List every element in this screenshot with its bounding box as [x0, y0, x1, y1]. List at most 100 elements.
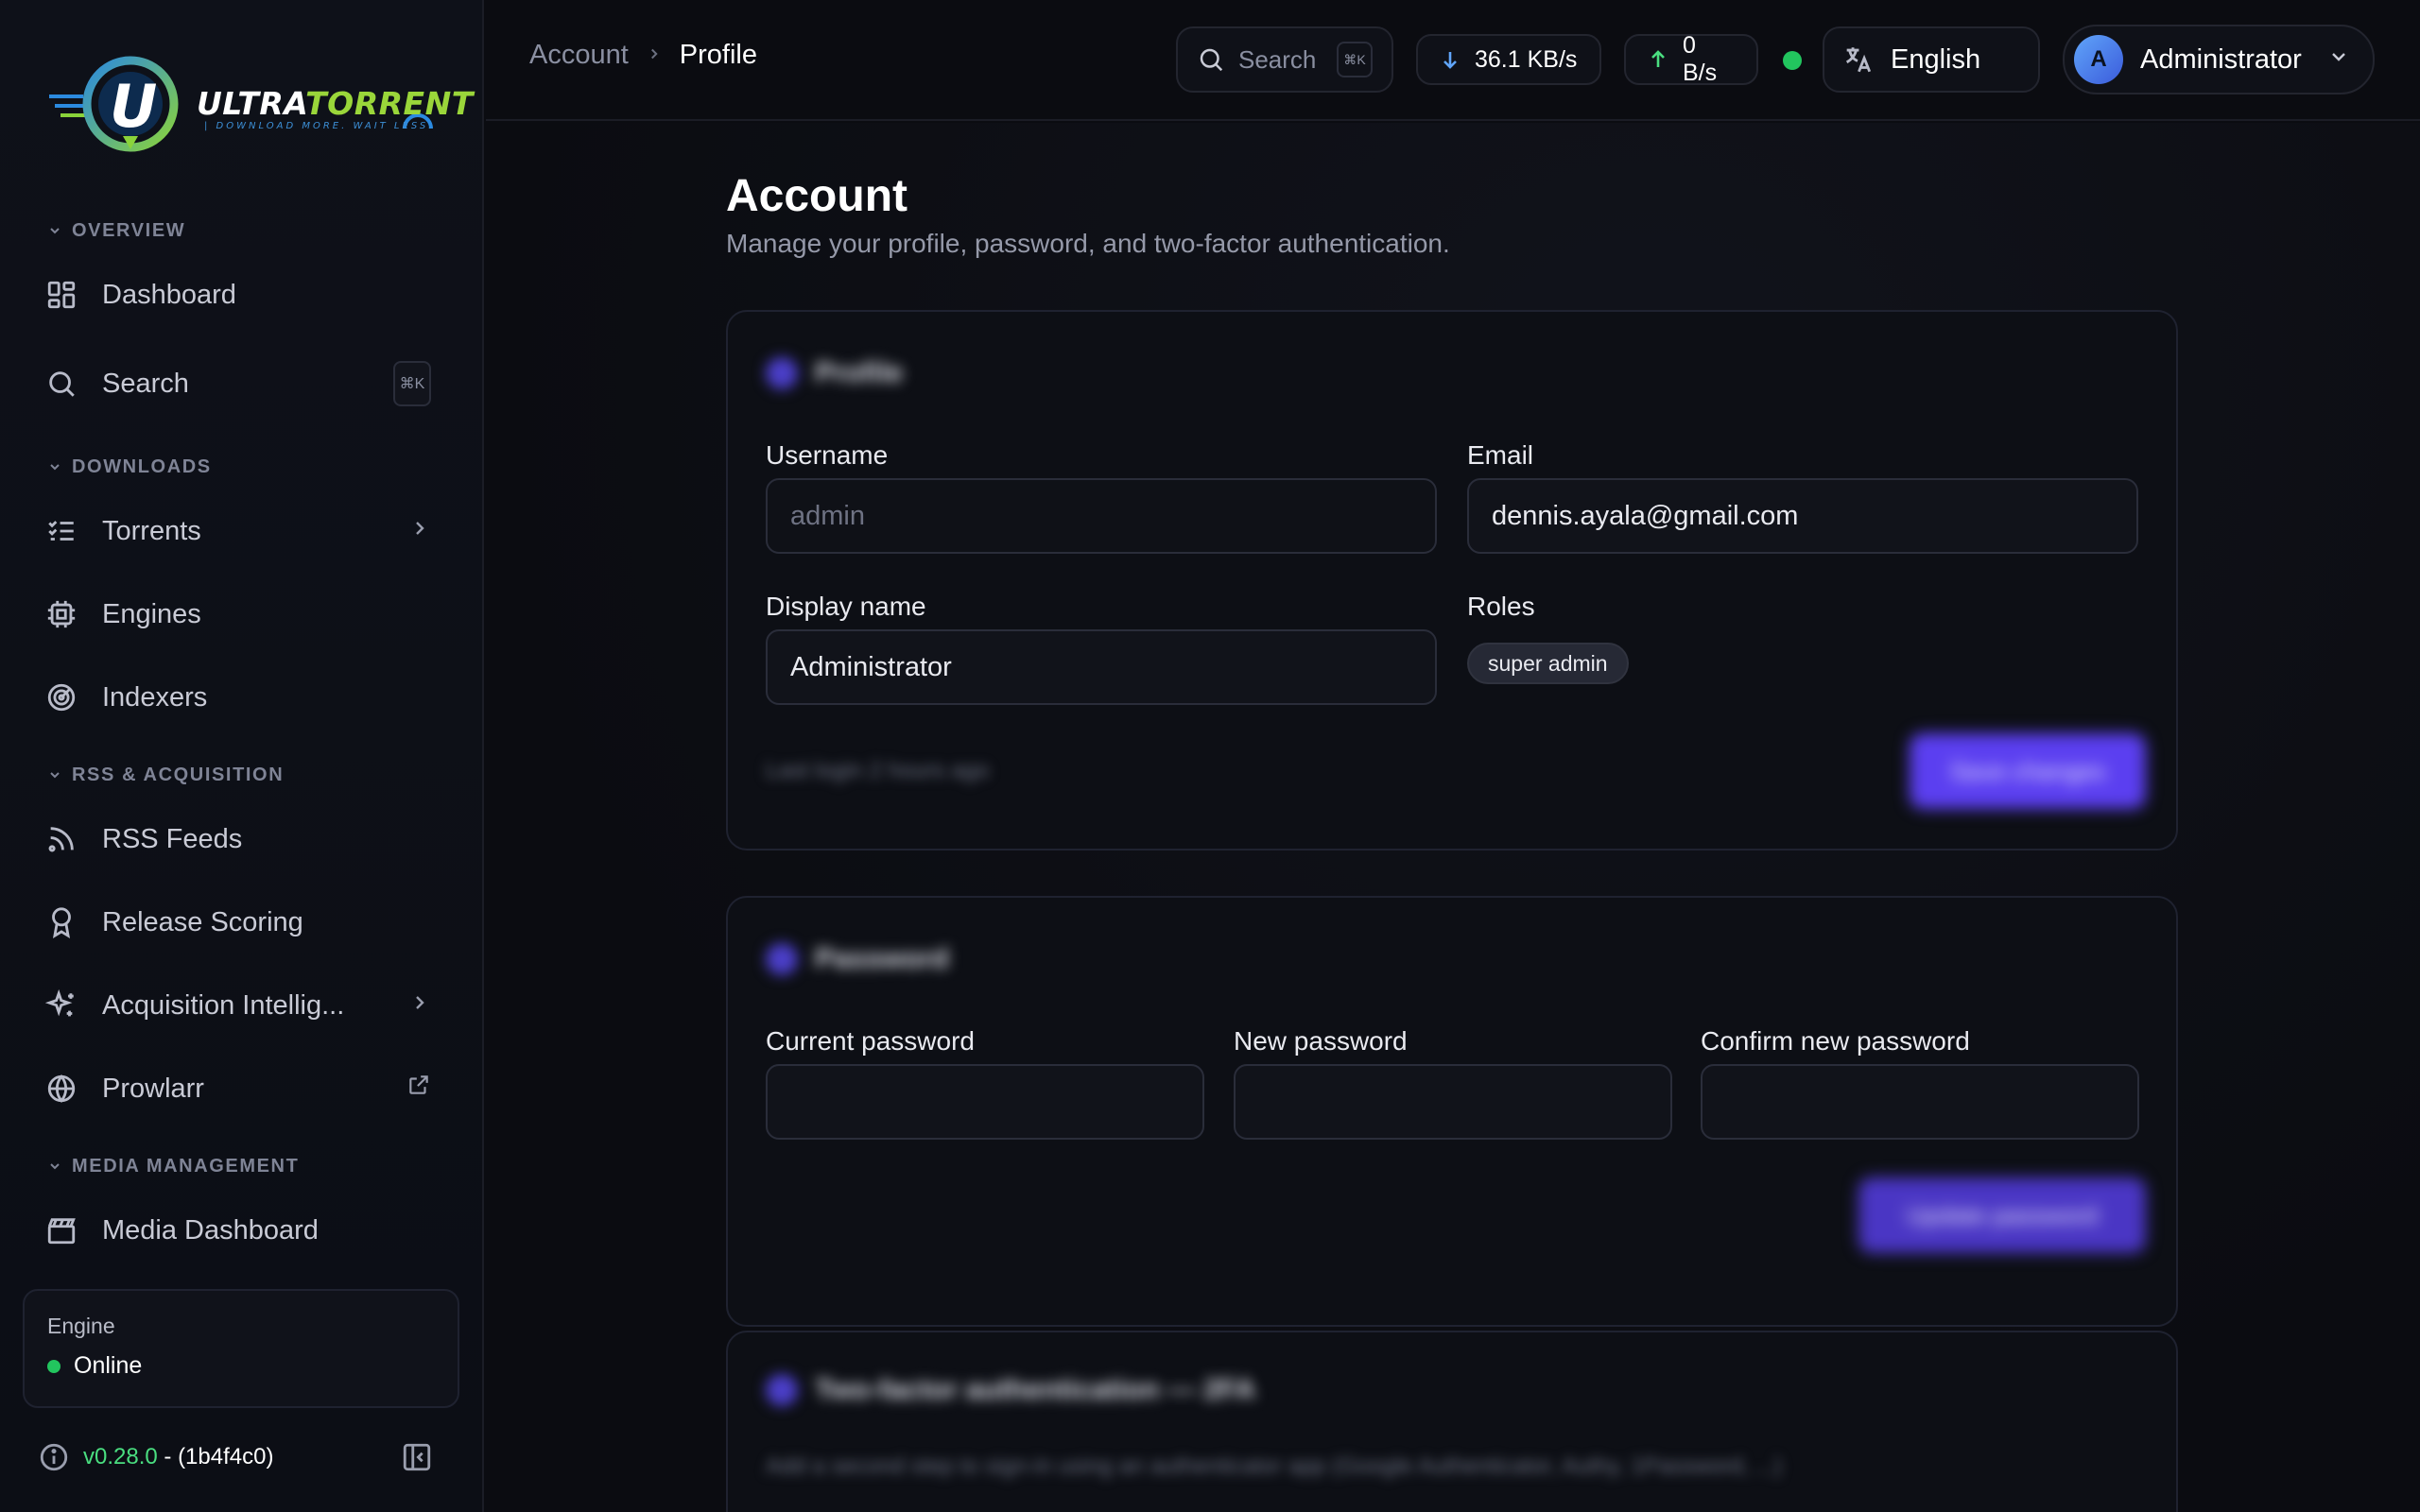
logo-wordmark: ULTRATORRENT: [197, 85, 474, 122]
section-rss-acquisition[interactable]: RSS & ACQUISITION: [47, 762, 284, 788]
chevron-down-icon: [47, 223, 62, 238]
sidebar-item-label: Engines: [102, 598, 201, 629]
avatar: A: [2074, 35, 2123, 84]
role-badge: super admin: [1467, 643, 1629, 684]
engine-status: Online: [47, 1352, 435, 1380]
section-overview[interactable]: OVERVIEW: [47, 217, 185, 244]
sidebar-item-label: Prowlarr: [102, 1073, 204, 1104]
sidebar-item-label: Search: [102, 368, 189, 399]
sidebar-item-release-scoring[interactable]: Release Scoring: [23, 888, 454, 956]
svg-text:U: U: [110, 72, 157, 141]
card-title: Password: [815, 943, 949, 974]
chevron-down-icon: [47, 1159, 62, 1174]
current-password-field[interactable]: [766, 1064, 1204, 1140]
section-label: RSS & ACQUISITION: [72, 764, 285, 785]
main-content: Account Manage your profile, password, a…: [486, 123, 2420, 1512]
user-name: Administrator: [2140, 43, 2302, 75]
engine-label: Engine: [47, 1314, 115, 1338]
external-link-icon: [406, 1073, 431, 1105]
sidebar-item-prowlarr[interactable]: Prowlarr: [23, 1055, 454, 1123]
update-password-button[interactable]: Update password: [1858, 1177, 2146, 1253]
info-icon[interactable]: [38, 1441, 70, 1473]
roles-label: Roles: [1467, 592, 1535, 621]
sidebar-item-torrents[interactable]: Torrents: [23, 497, 454, 565]
profile-card-heading: Profile: [766, 357, 903, 389]
language-label: English: [1891, 43, 1981, 75]
two-factor-card: Two-factor authentication — 2FA Add a se…: [726, 1331, 2178, 1512]
upload-speed: 0 B/s: [1683, 32, 1718, 86]
globe-icon: [45, 1073, 78, 1105]
user-menu-button[interactable]: A Administrator: [2063, 25, 2375, 94]
version-separator: -: [157, 1444, 179, 1469]
section-media-management[interactable]: MEDIA MANAGEMENT: [47, 1153, 299, 1179]
radar-icon: [45, 681, 78, 713]
sidebar-item-label: Acquisition Intellig...: [102, 989, 345, 1021]
confirm-password-field[interactable]: [1701, 1064, 2139, 1140]
arrow-up-icon: [1647, 48, 1669, 71]
engine-status-card[interactable]: Engine Online: [23, 1289, 459, 1408]
display-name-field[interactable]: Administrator: [766, 629, 1437, 705]
section-label: DOWNLOADS: [72, 455, 212, 477]
version-row: v0.28.0 - (1b4f4c0): [38, 1438, 446, 1476]
language-selector[interactable]: English: [1823, 26, 2040, 93]
chevron-down-icon: [47, 767, 62, 782]
list-check-icon: [45, 515, 78, 547]
download-speed: 36.1 KB/s: [1475, 45, 1578, 73]
sparkles-icon: [45, 989, 78, 1022]
collapse-sidebar-icon[interactable]: [401, 1441, 433, 1473]
password-card: Password Current password New password C…: [726, 896, 2178, 1327]
two-factor-description: Add a second step to sign-in using an au…: [766, 1453, 1782, 1479]
card-title: Two-factor authentication — 2FA: [815, 1374, 1256, 1405]
chevron-right-icon: [646, 43, 663, 69]
rss-icon: [45, 823, 78, 855]
key-icon: [766, 943, 798, 975]
sidebar-item-media-dashboard[interactable]: Media Dashboard: [23, 1196, 454, 1264]
cpu-icon: [45, 598, 78, 630]
current-password-label: Current password: [766, 1026, 975, 1056]
global-search-button[interactable]: Search ⌘K: [1176, 26, 1393, 93]
sidebar-item-search[interactable]: Search ⌘K: [23, 350, 454, 418]
chevron-down-icon: [47, 459, 62, 474]
search-label: Search: [1238, 44, 1317, 74]
two-factor-card-heading: Two-factor authentication — 2FA: [766, 1374, 1255, 1406]
section-label: OVERVIEW: [72, 219, 186, 241]
new-password-label: New password: [1234, 1026, 1408, 1056]
sidebar-item-indexers[interactable]: Indexers: [23, 663, 454, 731]
version-build: (1b4f4c0): [178, 1444, 274, 1469]
sidebar-item-dashboard[interactable]: Dashboard: [23, 261, 454, 329]
upload-speed-indicator[interactable]: 0 B/s: [1624, 32, 1758, 86]
award-icon: [45, 906, 78, 938]
search-icon: [45, 368, 78, 400]
arrow-down-icon: [1439, 48, 1461, 71]
confirm-password-label: Confirm new password: [1701, 1026, 1970, 1056]
email-field[interactable]: dennis.ayala@gmail.com: [1467, 478, 2138, 554]
display-name-label: Display name: [766, 592, 926, 621]
user-icon: [766, 357, 798, 389]
shortcut-badge: ⌘K: [1337, 42, 1373, 77]
status-dot: [47, 1359, 60, 1373]
new-password-field[interactable]: [1234, 1064, 1672, 1140]
section-label: MEDIA MANAGEMENT: [72, 1155, 300, 1177]
card-title: Profile: [815, 357, 904, 388]
breadcrumb-account[interactable]: Account: [529, 40, 629, 71]
sidebar-item-engines[interactable]: Engines: [23, 580, 454, 648]
clapperboard-icon: [45, 1214, 78, 1246]
top-bar: Account Profile Search ⌘K 36.1 KB/s 0 B/…: [486, 0, 2420, 121]
engine-status-text: Online: [74, 1352, 143, 1379]
sidebar: U ULTRATORRENT | DOWNLOAD MORE. WAIT LES…: [0, 0, 484, 1512]
sidebar-item-label: Torrents: [102, 515, 201, 546]
app-logo[interactable]: U ULTRATORRENT | DOWNLOAD MORE. WAIT LES…: [45, 49, 473, 163]
section-downloads[interactable]: DOWNLOADS: [47, 454, 212, 480]
download-speed-indicator[interactable]: 36.1 KB/s: [1416, 34, 1601, 85]
username-label: Username: [766, 440, 889, 470]
save-profile-button[interactable]: Save changes: [1910, 733, 2146, 809]
sidebar-item-acquisition-intelligence[interactable]: Acquisition Intellig...: [23, 971, 454, 1040]
sidebar-item-label: Media Dashboard: [102, 1214, 319, 1246]
page-title: Account: [726, 171, 908, 221]
sidebar-item-label: Indexers: [102, 681, 208, 713]
breadcrumb: Account Profile: [529, 40, 757, 71]
sidebar-item-label: Dashboard: [102, 279, 236, 310]
breadcrumb-profile: Profile: [679, 40, 757, 70]
sidebar-item-rss-feeds[interactable]: RSS Feeds: [23, 805, 454, 873]
dashboard-icon: [45, 279, 78, 311]
